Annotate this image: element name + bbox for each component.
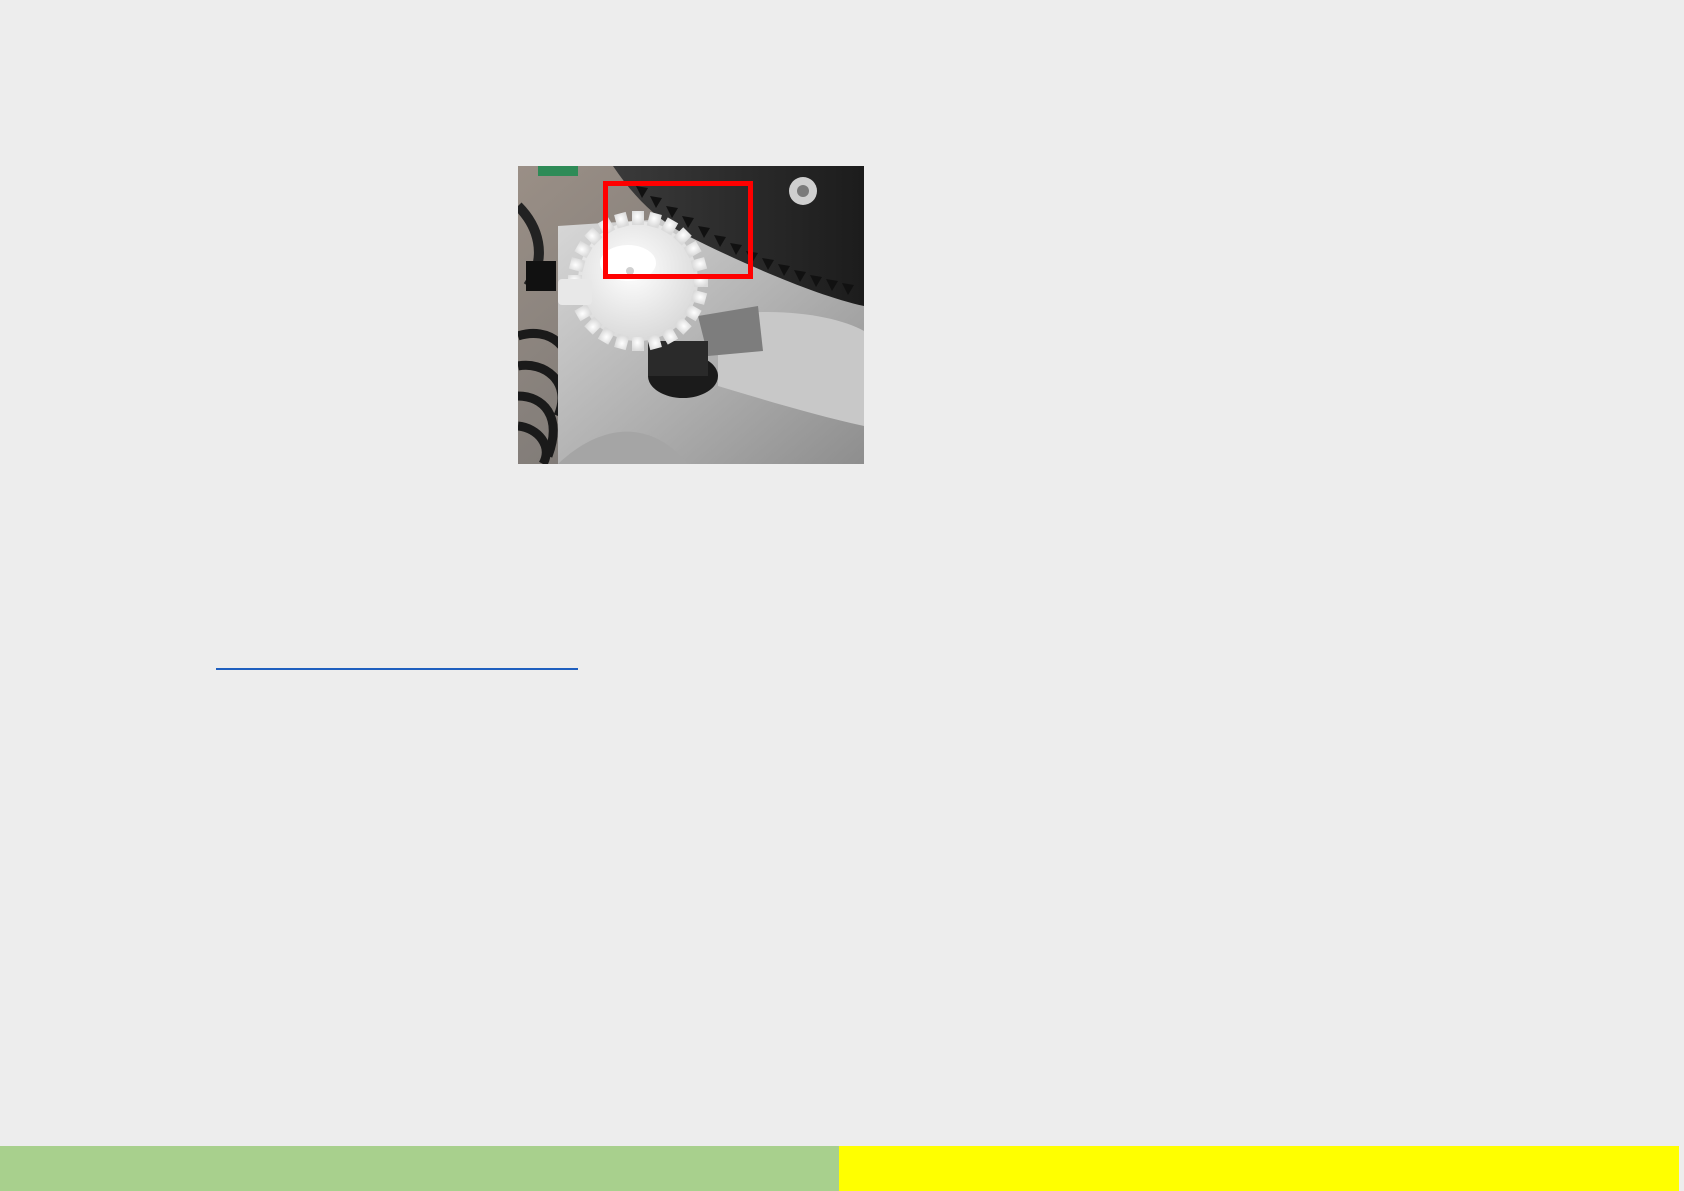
footer-edge (1679, 1146, 1684, 1191)
footer-left-block (0, 1146, 839, 1191)
highlight-box (603, 181, 753, 279)
hyperlink-underline[interactable] (216, 668, 578, 670)
footer-right-block (839, 1146, 1679, 1191)
gear-photo (518, 166, 864, 464)
footer-bar (0, 1146, 1684, 1191)
